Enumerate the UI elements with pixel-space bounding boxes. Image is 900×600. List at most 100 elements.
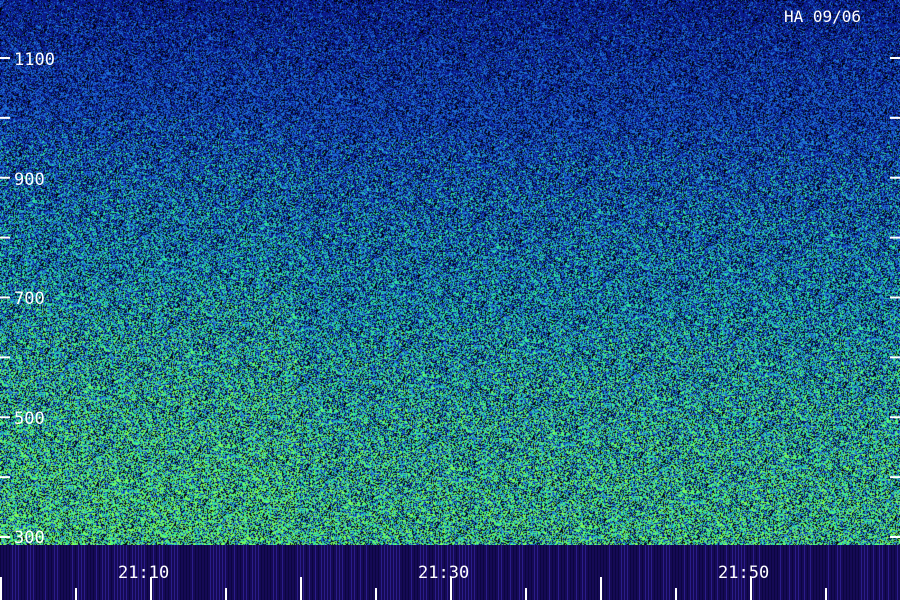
band-stripe [309, 545, 310, 600]
band-stripe [537, 545, 538, 600]
band-stripe [489, 545, 490, 600]
band-stripe [798, 545, 799, 600]
band-stripe [546, 545, 547, 600]
band-stripe [27, 545, 28, 600]
band-stripe [21, 545, 22, 600]
band-stripe [54, 545, 55, 600]
x-tick-mark [675, 588, 677, 600]
band-stripe [558, 545, 559, 600]
x-tick-mark [600, 577, 602, 600]
band-stripe [606, 545, 607, 600]
band-stripe [339, 545, 340, 600]
band-stripe [681, 545, 682, 600]
band-stripe [492, 545, 493, 600]
x-tick-mark [0, 577, 2, 600]
band-stripe [171, 545, 172, 600]
y-tick-mark [890, 57, 900, 59]
band-stripe [174, 545, 175, 600]
band-stripe [381, 545, 382, 600]
band-stripe [81, 545, 82, 600]
y-tick-label-1100: 1100 [14, 50, 55, 70]
band-stripe [504, 545, 505, 600]
band-stripe [639, 545, 640, 600]
band-stripe [873, 545, 874, 600]
y-tick-mark [890, 296, 900, 299]
band-stripe [276, 545, 277, 600]
band-stripe [297, 545, 298, 600]
band-stripe [195, 545, 196, 600]
band-stripe [699, 545, 700, 600]
band-stripe [513, 545, 514, 600]
band-stripe [321, 545, 322, 600]
band-stripe [48, 545, 49, 600]
band-stripe [618, 545, 619, 600]
band-stripe [837, 545, 838, 600]
band-stripe [585, 545, 586, 600]
band-stripe [630, 545, 631, 600]
band-stripe [819, 545, 820, 600]
band-stripe [666, 545, 667, 600]
band-stripe [894, 545, 895, 600]
band-stripe [336, 545, 337, 600]
band-stripe [363, 545, 364, 600]
band-stripe [324, 545, 325, 600]
band-stripe [582, 545, 583, 600]
band-stripe [495, 545, 496, 600]
band-stripe [102, 545, 103, 600]
band-stripe [408, 545, 409, 600]
band-stripe [84, 545, 85, 600]
band-stripe [231, 545, 232, 600]
band-stripe [366, 545, 367, 600]
band-stripe [405, 545, 406, 600]
band-stripe [96, 545, 97, 600]
band-stripe [783, 545, 784, 600]
band-stripe [192, 545, 193, 600]
band-stripe [3, 545, 4, 600]
band-stripe [66, 545, 67, 600]
band-stripe [561, 545, 562, 600]
y-tick-mark [890, 536, 900, 538]
band-stripe [198, 545, 199, 600]
y-tick-mark [0, 176, 10, 179]
band-stripe [87, 545, 88, 600]
y-tick-mark [0, 356, 10, 359]
band-stripe [330, 545, 331, 600]
band-stripe [804, 545, 805, 600]
band-stripe [177, 545, 178, 600]
y-tick-mark [0, 296, 10, 299]
band-stripe [57, 545, 58, 600]
band-stripe [816, 545, 817, 600]
band-stripe [507, 545, 508, 600]
intensity-image [0, 0, 900, 545]
band-stripe [345, 545, 346, 600]
band-stripe [846, 545, 847, 600]
band-stripe [882, 545, 883, 600]
band-stripe [219, 545, 220, 600]
band-stripe [867, 545, 868, 600]
band-stripe [369, 545, 370, 600]
band-stripe [393, 545, 394, 600]
band-stripe [879, 545, 880, 600]
band-stripe [285, 545, 286, 600]
band-stripe [387, 545, 388, 600]
band-stripe [18, 545, 19, 600]
band-stripe [771, 545, 772, 600]
band-stripe [528, 545, 529, 600]
x-tick-mark [525, 588, 527, 600]
band-stripe [501, 545, 502, 600]
band-stripe [183, 545, 184, 600]
y-tick-label-700: 700 [14, 289, 45, 309]
band-stripe [549, 545, 550, 600]
band-stripe [396, 545, 397, 600]
band-stripe [39, 545, 40, 600]
band-stripe [303, 545, 304, 600]
band-stripe [390, 545, 391, 600]
band-stripe [240, 545, 241, 600]
band-stripe [210, 545, 211, 600]
band-stripe [306, 545, 307, 600]
band-stripe [579, 545, 580, 600]
band-stripe [294, 545, 295, 600]
band-stripe [114, 545, 115, 600]
band-stripe [696, 545, 697, 600]
y-tick-mark [0, 416, 10, 419]
